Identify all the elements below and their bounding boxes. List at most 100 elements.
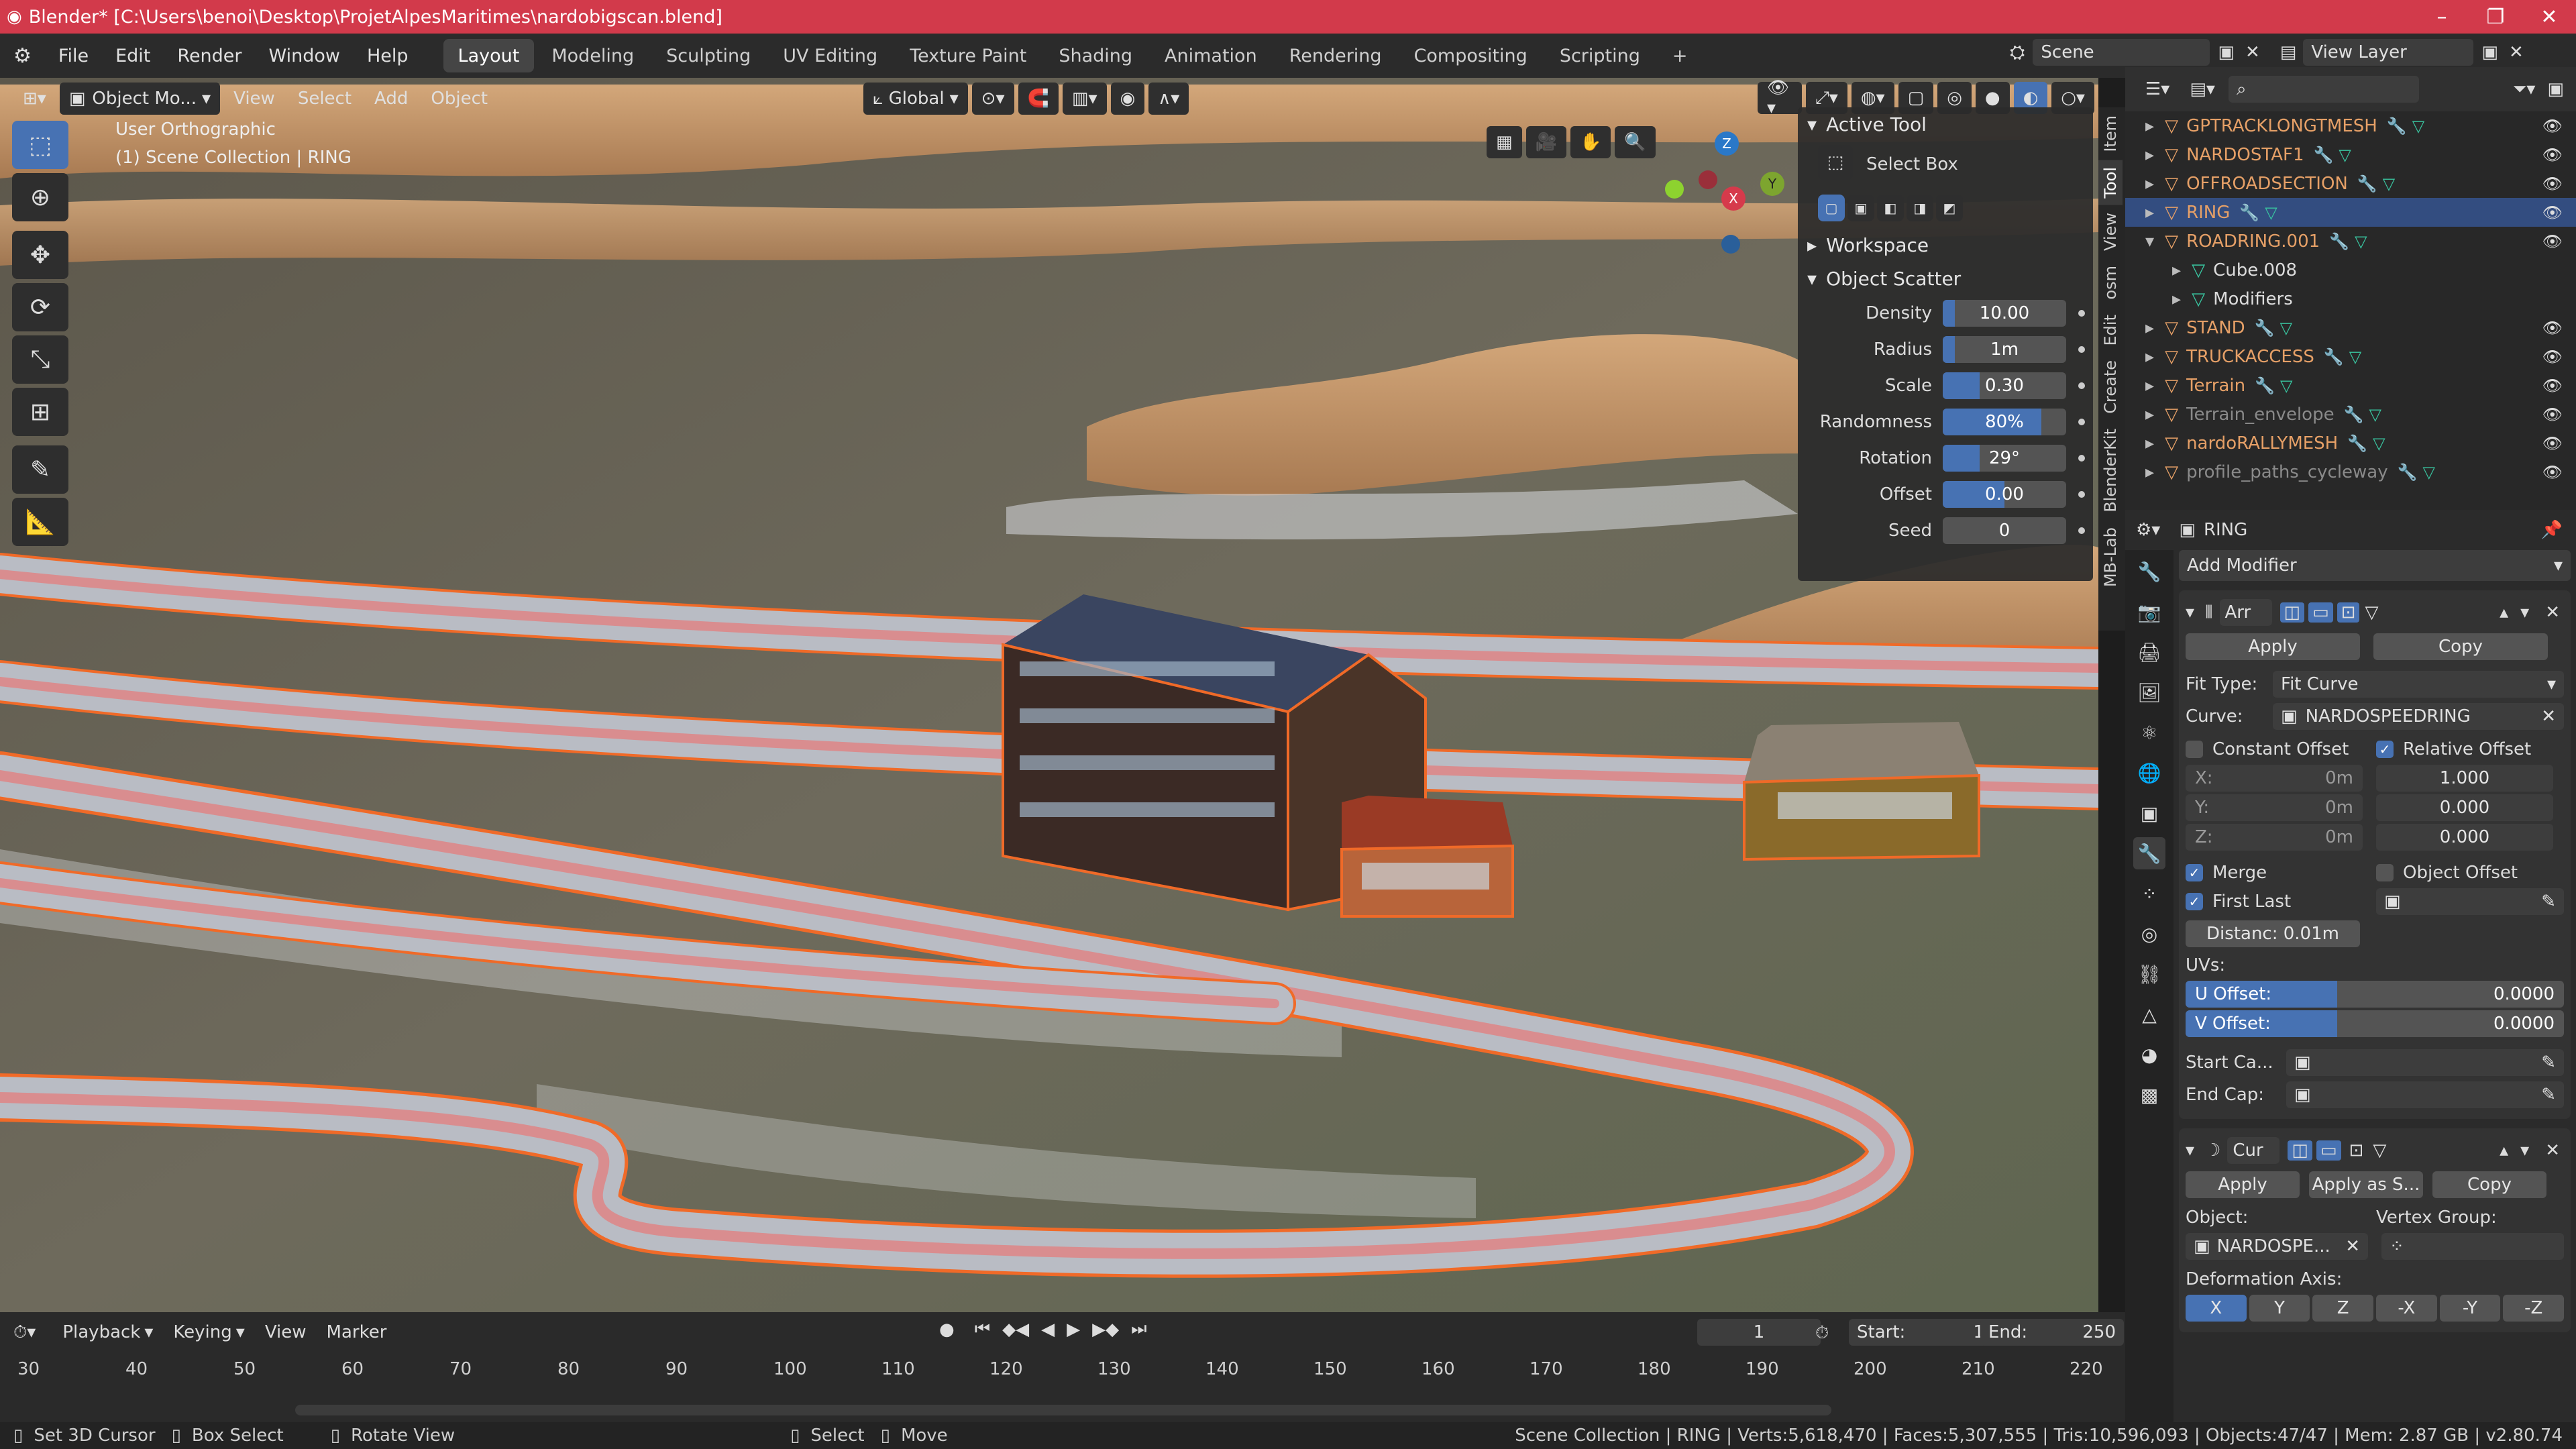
texture-icon[interactable]: ▩	[2133, 1079, 2165, 1111]
zoom-view-icon[interactable]: 🔍	[1615, 126, 1656, 158]
object-scatter-panel-header[interactable]: ▾ Object Scatter	[1798, 262, 2093, 295]
modifier-wrench-icon[interactable]: 🔧	[2357, 174, 2377, 193]
mesh-data-icon[interactable]: ▽	[2265, 203, 2277, 222]
outliner-item[interactable]: ▸ ▽ TRUCKACCESS 🔧 ▽ 👁	[2125, 342, 2576, 371]
outliner-search-input[interactable]: ⌕	[2228, 76, 2419, 103]
constant-offset-y[interactable]: Y: 0m	[2186, 794, 2363, 821]
tab-tool[interactable]: Tool	[2098, 160, 2123, 205]
visibility-eye-icon[interactable]: 👁	[2542, 405, 2563, 424]
blender-menu-icon[interactable]: ⚙	[0, 34, 45, 78]
axis-x-button[interactable]: X	[2186, 1295, 2247, 1322]
render-toggle-icon[interactable]: ⊡	[2345, 1140, 2368, 1161]
disclosure-icon[interactable]: ▾	[2145, 231, 2154, 252]
disclosure-icon[interactable]: ▸	[2145, 405, 2154, 425]
constant-offset-z[interactable]: Z: 0m	[2186, 824, 2363, 851]
axis-neg-x-button[interactable]: -X	[2376, 1295, 2437, 1322]
mode-extend-icon[interactable]: ▣	[1847, 195, 1874, 221]
outliner-item[interactable]: ▸ ▽ RING 🔧 ▽ 👁	[2125, 198, 2576, 227]
tab-create[interactable]: Create	[2098, 354, 2123, 421]
u-offset-field[interactable]: U Offset: 0.0000	[2186, 981, 2564, 1008]
realtime-toggle-icon[interactable]: ▭	[2308, 602, 2333, 623]
visibility-eye-icon[interactable]: 👁	[2542, 174, 2563, 193]
move-down-icon[interactable]: ▾	[2520, 1140, 2529, 1161]
axis-z-button[interactable]: Z	[2312, 1295, 2374, 1322]
eyedropper-icon[interactable]: ✎	[2541, 892, 2556, 912]
axis-neg-y-button[interactable]: -Y	[2439, 1295, 2501, 1322]
offset-object-field[interactable]: ▣ ✎	[2376, 888, 2564, 915]
scatter-prop-slider[interactable]: 1m	[1943, 336, 2066, 363]
outliner-item[interactable]: ▸ ▽ Cube.008	[2125, 256, 2576, 284]
gizmo-neg-y-axis[interactable]	[1665, 180, 1684, 199]
disclosure-icon[interactable]: ▸	[2172, 260, 2181, 280]
proportional-falloff-selector[interactable]: ∧▾	[1148, 83, 1189, 115]
disclosure-icon[interactable]: ▸	[2145, 174, 2154, 194]
visibility-eye-icon[interactable]: 👁	[2542, 376, 2563, 395]
keyframe-dot-icon[interactable]	[2078, 455, 2085, 462]
outliner-item[interactable]: ▸ ▽ Terrain_envelope 🔧 ▽ 👁	[2125, 400, 2576, 429]
cursor-tool[interactable]: ⊕	[12, 173, 68, 221]
disclosure-icon[interactable]: ▸	[2145, 145, 2154, 165]
scatter-prop-slider[interactable]: 29°	[1943, 445, 2066, 472]
outliner-item[interactable]: ▸ ▽ GPTRACKLONGTMESH 🔧 ▽ 👁	[2125, 111, 2576, 140]
mesh-data-icon[interactable]: ▽	[2383, 174, 2395, 193]
scatter-prop-slider[interactable]: 0.30	[1943, 372, 2066, 399]
relative-offset-checkbox[interactable]: ✓ Relative Offset	[2376, 739, 2531, 759]
move-up-icon[interactable]: ▴	[2500, 1140, 2508, 1161]
first-last-checkbox[interactable]: ✓ First Last	[2186, 892, 2376, 912]
outliner-item[interactable]: ▸ ▽ Terrain 🔧 ▽ 👁	[2125, 371, 2576, 400]
tab-item[interactable]: Item	[2098, 109, 2123, 159]
remove-modifier-icon[interactable]: ✕	[2545, 1140, 2560, 1161]
fit-type-dropdown[interactable]: Fit Curve ▾	[2273, 671, 2564, 698]
curve-object-field[interactable]: ▣ NARDOSPE... ✕	[2186, 1233, 2368, 1260]
workspace-panel-header[interactable]: ▸ Workspace	[1798, 228, 2093, 262]
tab-sculpting[interactable]: Sculpting	[651, 39, 765, 72]
mesh-data-icon[interactable]: ▽	[2280, 319, 2292, 337]
active-tool-panel-header[interactable]: ▾ Active Tool	[1798, 107, 2093, 141]
disclosure-icon[interactable]: ▸	[2145, 203, 2154, 223]
mesh-data-icon[interactable]: ▽	[2280, 376, 2292, 395]
tab-edit[interactable]: Edit	[2098, 308, 2123, 352]
scene-icon[interactable]: ⚛	[2133, 716, 2165, 749]
menu-window[interactable]: Window	[256, 34, 354, 78]
outliner-item[interactable]: ▸ ▽ nardoRALLYMESH 🔧 ▽ 👁	[2125, 429, 2576, 458]
start-cap-field[interactable]: ▣ ✎	[2286, 1049, 2564, 1076]
modifier-wrench-icon[interactable]: 🔧	[2398, 463, 2418, 482]
outliner-item[interactable]: ▸ ▽ OFFROADSECTION 🔧 ▽ 👁	[2125, 169, 2576, 198]
modifier-wrench-icon[interactable]: 🔧	[2347, 434, 2367, 453]
render-toggle-icon[interactable]: ⊡	[2337, 602, 2360, 623]
visibility-eye-icon[interactable]: 👁	[2542, 146, 2563, 164]
array-apply-button[interactable]: Apply	[2186, 633, 2360, 660]
disclosure-icon[interactable]: ▸	[2145, 116, 2154, 136]
move-tool[interactable]: ✥	[12, 231, 68, 279]
close-window-button[interactable]: ✕	[2522, 0, 2576, 34]
disclosure-icon[interactable]: ▸	[2145, 462, 2154, 482]
properties-editor-icon[interactable]: ⚙▾	[2136, 520, 2160, 540]
modifier-wrench-icon[interactable]: 🔧	[2344, 405, 2364, 424]
pin-icon[interactable]: 📌	[2541, 520, 2563, 540]
mesh-data-icon[interactable]: ▽	[2423, 463, 2435, 482]
material-icon[interactable]: ◕	[2133, 1038, 2165, 1071]
delete-scene-icon[interactable]: ✕	[2245, 42, 2260, 62]
disclosure-icon[interactable]: ▸	[2172, 289, 2181, 309]
merge-checkbox[interactable]: ✓ Merge	[2186, 863, 2376, 883]
constant-offset-checkbox[interactable]: Constant Offset	[2186, 739, 2376, 759]
tab-mb-lab[interactable]: MB-Lab	[2098, 521, 2123, 594]
measure-tool[interactable]: 📐	[12, 498, 68, 546]
disclosure-icon[interactable]: ▸	[2145, 376, 2154, 396]
mode-invert-icon[interactable]: ◨	[1907, 195, 1933, 221]
new-view-layer-icon[interactable]: ▣	[2481, 42, 2498, 62]
mesh-data-icon[interactable]: ▽	[2369, 405, 2381, 424]
vertex-icon[interactable]: ▽	[2365, 602, 2378, 623]
mode-intersect-icon[interactable]: ◩	[1936, 195, 1963, 221]
mode-set-icon[interactable]: ▢	[1818, 195, 1845, 221]
editor-type-icon[interactable]: ⊞▾	[13, 83, 56, 115]
disclosure-icon[interactable]: ▸	[2145, 347, 2154, 367]
gizmo-z-axis[interactable]: Z	[1715, 131, 1739, 156]
array-modifier-name[interactable]: Arr	[2219, 599, 2272, 626]
end-cap-field[interactable]: ▣ ✎	[2286, 1081, 2564, 1108]
render-icon[interactable]: 📷	[2133, 596, 2165, 628]
navigation-gizmo[interactable]: Z Y X	[1650, 125, 1784, 259]
relative-offset-y[interactable]: 0.000	[2376, 794, 2553, 821]
snap-toggle[interactable]: 🧲	[1018, 83, 1059, 115]
merge-distance-field[interactable]: Distanc: 0.01m	[2186, 920, 2360, 947]
